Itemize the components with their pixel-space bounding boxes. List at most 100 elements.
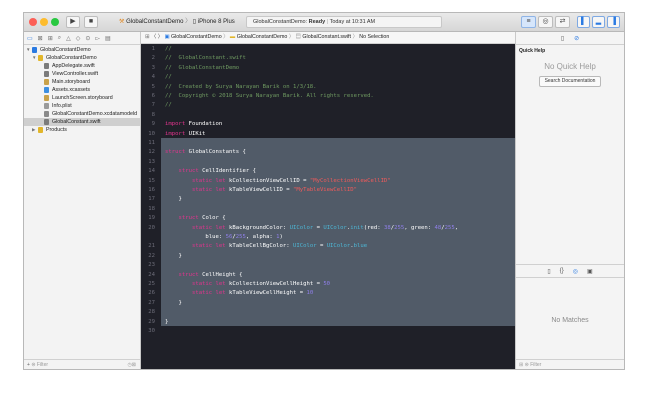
navigator-item[interactable]: ViewController.swift (24, 70, 140, 78)
navigator-filter-input[interactable]: Filter (37, 362, 48, 368)
recent-files-icon[interactable]: ◷⊠ (127, 360, 136, 369)
navigator-item[interactable]: AppDelegate.swift (24, 62, 140, 70)
code-token: CellIdentifier { (198, 168, 256, 175)
object-library-icon[interactable]: ◎ (573, 268, 578, 275)
find-icon[interactable]: ⌕ (58, 35, 61, 42)
code-line[interactable]: 16 static let kTableViewCellID = "MyTabl… (141, 187, 515, 195)
debug-icon[interactable]: ⊙ (85, 35, 90, 42)
code-text: // (165, 102, 172, 110)
related-items-icon[interactable]: ⊞ (145, 34, 149, 40)
quick-help-icon[interactable]: ⊘ (574, 35, 579, 42)
symbol-icon[interactable]: ⊞ (48, 35, 53, 42)
code-line[interactable]: 11 (141, 140, 515, 148)
search-documentation-button[interactable]: Search Documentation (539, 76, 601, 87)
folder-icon[interactable]: ▭ (27, 35, 33, 42)
code-line[interactable]: 7 // (141, 102, 515, 110)
jump-crumb-symbol[interactable]: No Selection (359, 34, 389, 40)
file-template-icon[interactable]: ▯ (547, 268, 550, 275)
navigator-item[interactable]: LaunchScreen.storyboard (24, 94, 140, 102)
swift-file-icon (44, 63, 49, 69)
code-line[interactable]: 10 import UIKit (141, 131, 515, 139)
navigator-item[interactable]: ▼ GlobalConstantDemo (24, 46, 140, 54)
code-line[interactable]: blue: 56/255, alpha: 1) (141, 234, 515, 242)
navigator-item[interactable]: Main.storyboard (24, 78, 140, 86)
stop-button[interactable]: ■ (84, 16, 98, 28)
code-line[interactable]: 9 import Foundation (141, 121, 515, 129)
zoom-window-button[interactable] (51, 18, 59, 26)
code-line[interactable]: 1 // (141, 46, 515, 54)
toggle-inspector-button[interactable]: ▐ (607, 16, 620, 28)
source-control-icon[interactable]: ⊠ (38, 35, 43, 42)
toggle-debug-button[interactable]: ▂ (592, 16, 605, 28)
code-line[interactable]: 22 } (141, 253, 515, 261)
assistant-editor-button[interactable]: ◎ (538, 16, 553, 28)
navigator-item-label: Assets.xcassets (52, 87, 90, 93)
code-line[interactable]: 5 // Created by Surya Narayan Barik on 1/… (141, 84, 515, 92)
code-line[interactable]: 27 } (141, 300, 515, 308)
media-library-icon[interactable]: ▣ (587, 268, 593, 275)
code-token: static let (191, 187, 226, 193)
code-line[interactable]: 4 // (141, 74, 515, 82)
code-line[interactable]: 20 static let kBackgroundColor: UIColor … (141, 225, 515, 233)
code-line[interactable]: 14 struct CellIdentifier { (141, 168, 515, 176)
code-token: struct (178, 271, 199, 278)
code-line[interactable]: 2 // GlobalConstant.swift (141, 55, 515, 63)
navigator-item-label: Products (46, 127, 67, 133)
jump-crumb-group[interactable]: GlobalConstantDemo (237, 34, 288, 40)
code-line[interactable]: 12 struct GlobalConstants { (141, 149, 515, 157)
code-line[interactable]: 21 static let kTableCellBgColor: UIColor… (141, 243, 515, 251)
code-snippet-icon[interactable]: {} (560, 268, 564, 274)
navigator-item-label: GlobalConstant.swift (52, 119, 101, 125)
code-line[interactable]: 24 struct CellHeight { (141, 272, 515, 280)
code-line[interactable]: 18 (141, 206, 515, 214)
navigator-item[interactable]: GlobalConstantDemo.xcdatamodeld (24, 110, 140, 118)
back-button[interactable]: 〈 (151, 34, 158, 40)
code-line[interactable]: 25 static let kCollectionViewCellHeight … (141, 281, 515, 289)
close-window-button[interactable] (29, 18, 37, 26)
library-filter-input[interactable]: Filter (530, 362, 541, 368)
jump-crumb-file[interactable]: GlobalConstant.swift (302, 34, 351, 40)
report-icon[interactable]: ▤ (105, 35, 111, 42)
test-icon[interactable]: ◇ (76, 35, 81, 42)
add-icon[interactable]: + (27, 362, 30, 368)
forward-button[interactable]: 〉 (158, 34, 165, 40)
standard-editor-button[interactable]: ≡ (521, 16, 536, 28)
code-line[interactable]: 13 (141, 159, 515, 167)
code-line[interactable]: 15 static let kCollectionViewCellID = "M… (141, 178, 515, 186)
navigator-item[interactable]: GlobalConstant.swift (24, 118, 140, 126)
stop-icon: ■ (88, 18, 94, 25)
navigator-item[interactable]: Info.plist (24, 102, 140, 110)
run-button[interactable]: ▶ (66, 16, 80, 28)
minimize-window-button[interactable] (40, 18, 48, 26)
code-line[interactable]: 23 (141, 262, 515, 270)
code-line[interactable]: 19 struct Color { (141, 215, 515, 223)
warning-icon[interactable]: △ (66, 35, 71, 42)
toggle-navigator-button[interactable]: ▌ (577, 16, 590, 28)
navigator-item[interactable]: ▶ Products (24, 126, 140, 134)
file-inspector-icon[interactable]: ▯ (561, 35, 564, 42)
navigator-item[interactable]: Assets.xcassets (24, 86, 140, 94)
code-line[interactable]: 6 // Copyright © 2018 Surya Narayan Barik… (141, 93, 515, 101)
grid-view-icon[interactable]: ⊞ (519, 362, 523, 368)
jump-crumb-project[interactable]: GlobalConstantDemo (171, 34, 222, 40)
code-text: // Created by Surya Narayan Barik on 1/3… (165, 84, 317, 92)
code-line[interactable]: 30 (141, 328, 515, 336)
code-line[interactable]: 26 static let kTableViewCellHeight = 10 (141, 290, 515, 298)
code-line[interactable]: 17 } (141, 196, 515, 204)
code-line[interactable]: 28 (141, 309, 515, 317)
code-token: static let (191, 243, 226, 250)
navigator-item[interactable]: ▼ GlobalConstantDemo (24, 54, 140, 62)
source-editor[interactable]: 1 // 2 // GlobalConstant.swift 3 // GlobalCon… (141, 44, 515, 369)
code-line[interactable]: 29} (141, 319, 515, 327)
code-text: // GlobalConstantDemo (165, 65, 239, 73)
breakpoint-icon[interactable]: ▻ (95, 35, 100, 42)
code-token: // GlobalConstant.swift (165, 55, 246, 62)
code-line[interactable]: 3 // GlobalConstantDemo (141, 65, 515, 73)
version-editor-button[interactable]: ⇄ (555, 16, 570, 28)
line-number: 28 (148, 309, 155, 316)
scheme-selector[interactable]: ⚒ GlobalConstantDemo 〉 ▯ iPhone 8 Plus (119, 16, 235, 28)
no-quick-help: No Quick Help (544, 62, 596, 71)
xcode-window: ▶ ■ ⚒ GlobalConstantDemo 〉 ▯ iPhone 8 Pl… (23, 12, 625, 370)
code-line[interactable]: 8 (141, 112, 515, 120)
